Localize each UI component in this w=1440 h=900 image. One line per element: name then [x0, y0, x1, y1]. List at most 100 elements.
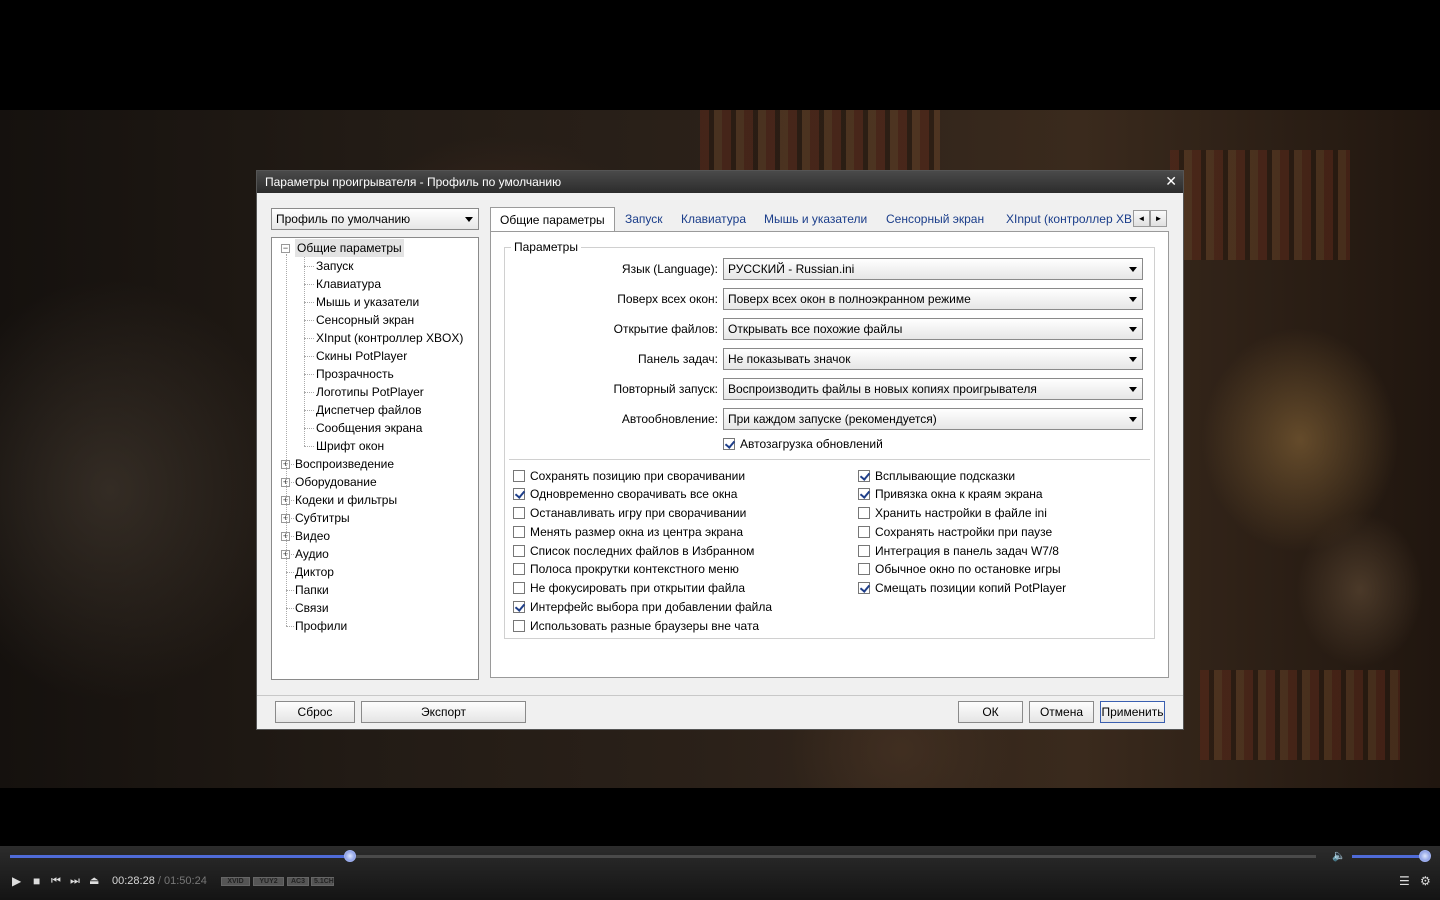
autoload-updates-checkbox[interactable]: Автозагрузка обновлений: [723, 436, 883, 452]
tree-item-child[interactable]: Мышь и указатели: [316, 293, 419, 311]
tab-3[interactable]: Мышь и указатели: [755, 207, 876, 232]
tree-connector: [286, 572, 294, 573]
checkbox-icon[interactable]: [858, 526, 870, 538]
tree-item-section[interactable]: Субтитры: [295, 509, 350, 527]
checkbox-icon[interactable]: [513, 582, 525, 594]
tree-item-section[interactable]: Диктор: [295, 563, 334, 581]
export-button[interactable]: Экспорт: [361, 701, 526, 723]
option-checkbox[interactable]: Обычное окно по остановке игры: [858, 561, 1061, 577]
checkbox-icon[interactable]: [513, 545, 525, 557]
tree-item-section[interactable]: Оборудование: [295, 473, 377, 491]
tab-0[interactable]: Общие параметры: [490, 207, 615, 233]
tree-item-child[interactable]: Логотипы PotPlayer: [316, 383, 424, 401]
tree-item-section[interactable]: Папки: [295, 581, 329, 599]
seek-bar[interactable]: [10, 850, 1316, 862]
settings-tree[interactable]: − Общие параметры Запуск Клавиатура Мышь и у…: [271, 237, 479, 680]
settings-gear-icon[interactable]: ⚙: [1420, 874, 1431, 888]
setting-select[interactable]: РУССКИЙ - Russian.ini: [723, 258, 1143, 280]
play-icon[interactable]: ▶: [12, 874, 21, 888]
checkbox-icon[interactable]: [513, 526, 525, 538]
option-checkbox[interactable]: Одновременно сворачивать все окна: [513, 486, 737, 502]
codec-badge-audio[interactable]: AC3: [287, 877, 309, 886]
tree-item-section[interactable]: Кодеки и фильтры: [295, 491, 397, 509]
setting-select[interactable]: При каждом запуске (рекомендуется): [723, 408, 1143, 430]
checkbox-icon[interactable]: [858, 545, 870, 557]
profile-select[interactable]: Профиль по умолчанию: [271, 208, 479, 230]
option-checkbox[interactable]: Всплывающие подсказки: [858, 468, 1015, 484]
checkbox-icon[interactable]: [513, 620, 525, 632]
tab-4[interactable]: Сенсорный экран: [877, 207, 993, 232]
tree-item-section[interactable]: Воспроизведение: [295, 455, 394, 473]
reset-button[interactable]: Сброс: [275, 701, 355, 723]
speaker-icon[interactable]: 🔈: [1332, 849, 1346, 863]
option-checkbox[interactable]: Не фокусировать при открытии файла: [513, 580, 745, 596]
tab-2[interactable]: Клавиатура: [672, 207, 755, 232]
tree-item-general[interactable]: Общие параметры: [295, 239, 404, 257]
option-checkbox[interactable]: Список последних файлов в Избранном: [513, 543, 754, 559]
checkbox-icon[interactable]: [858, 582, 870, 594]
tree-item-child[interactable]: Сообщения экрана: [316, 419, 422, 437]
checkbox-label: Автозагрузка обновлений: [740, 437, 883, 451]
tab-5[interactable]: XInput (контроллер XB: [997, 207, 1141, 232]
playlist-icon[interactable]: ☰: [1399, 874, 1410, 888]
collapse-icon[interactable]: −: [281, 244, 290, 253]
cancel-button[interactable]: Отмена: [1029, 701, 1094, 723]
apply-button[interactable]: Применить: [1100, 701, 1165, 723]
setting-select[interactable]: Открывать все похожие файлы: [723, 318, 1143, 340]
tree-item-child[interactable]: Сенсорный экран: [316, 311, 414, 329]
option-checkbox[interactable]: Сохранять настройки при паузе: [858, 524, 1052, 540]
option-checkbox[interactable]: Менять размер окна из центра экрана: [513, 524, 743, 540]
stop-icon[interactable]: ■: [33, 874, 40, 888]
checkbox-icon[interactable]: [513, 563, 525, 575]
tree-item-section[interactable]: Связи: [295, 599, 329, 617]
tree-item-child[interactable]: XInput (контроллер XBOX): [316, 329, 463, 347]
checkbox-label: Хранить настройки в файле ini: [875, 506, 1047, 520]
checkbox-icon[interactable]: [513, 488, 525, 500]
checkbox-icon[interactable]: [513, 601, 525, 613]
tab-scroll-left-icon[interactable]: ◄: [1133, 210, 1150, 227]
tab-1[interactable]: Запуск: [616, 207, 672, 232]
setting-select[interactable]: Не показывать значок: [723, 348, 1143, 370]
checkbox-icon[interactable]: [858, 470, 870, 482]
checkbox-icon[interactable]: [858, 507, 870, 519]
checkbox-icon[interactable]: [858, 488, 870, 500]
tree-item-child[interactable]: Шрифт окон: [316, 437, 384, 455]
option-checkbox[interactable]: Смещать позиции копий PotPlayer: [858, 580, 1066, 596]
option-checkbox[interactable]: Сохранять позицию при сворачивании: [513, 468, 745, 484]
tree-item-child[interactable]: Прозрачность: [316, 365, 394, 383]
tab-scroll-right-icon[interactable]: ►: [1150, 210, 1167, 227]
option-checkbox[interactable]: Интеграция в панель задач W7/8: [858, 543, 1059, 559]
volume-handle[interactable]: [1418, 850, 1431, 862]
previous-icon[interactable]: ⏮: [51, 874, 61, 888]
option-checkbox[interactable]: Останавливать игру при сворачивании: [513, 505, 746, 521]
option-checkbox[interactable]: Полоса прокрутки контекстного меню: [513, 561, 739, 577]
checkbox-icon[interactable]: [513, 507, 525, 519]
checkbox-icon[interactable]: [723, 438, 735, 450]
codec-badge-colorspace[interactable]: YUY2: [253, 877, 284, 886]
codec-badge-channels[interactable]: 5.1CH: [311, 877, 334, 886]
option-checkbox[interactable]: Использовать разные браузеры вне чата: [513, 618, 759, 634]
bookshelf-decor: [1200, 670, 1400, 760]
volume-slider[interactable]: [1352, 850, 1431, 862]
seek-handle[interactable]: [343, 850, 356, 862]
checkbox-icon[interactable]: [858, 563, 870, 575]
option-checkbox[interactable]: Интерфейс выбора при добавлении файла: [513, 599, 772, 615]
tree-item-child[interactable]: Запуск: [316, 257, 354, 275]
option-checkbox[interactable]: Привязка окна к краям экрана: [858, 486, 1043, 502]
setting-select[interactable]: Поверх всех окон в полноэкранном режиме: [723, 288, 1143, 310]
ok-button[interactable]: ОК: [958, 701, 1023, 723]
tree-item-section[interactable]: Видео: [295, 527, 330, 545]
next-icon[interactable]: ⏭: [70, 874, 80, 888]
tree-item-section[interactable]: Аудио: [295, 545, 329, 563]
close-icon[interactable]: ✕: [1165, 173, 1177, 190]
tree-item-child[interactable]: Скины PotPlayer: [316, 347, 407, 365]
option-checkbox[interactable]: Хранить настройки в файле ini: [858, 505, 1047, 521]
tree-item-section[interactable]: Профили: [295, 617, 347, 635]
eject-icon[interactable]: ⏏: [89, 874, 99, 888]
codec-badge-video[interactable]: XVID: [221, 877, 250, 886]
tree-item-child[interactable]: Клавиатура: [316, 275, 381, 293]
checkbox-icon[interactable]: [513, 470, 525, 482]
tree-item-child[interactable]: Диспетчер файлов: [316, 401, 421, 419]
dialog-titlebar[interactable]: Параметры проигрывателя - Профиль по умо…: [257, 171, 1183, 193]
setting-select[interactable]: Воспроизводить файлы в новых копиях прои…: [723, 378, 1143, 400]
